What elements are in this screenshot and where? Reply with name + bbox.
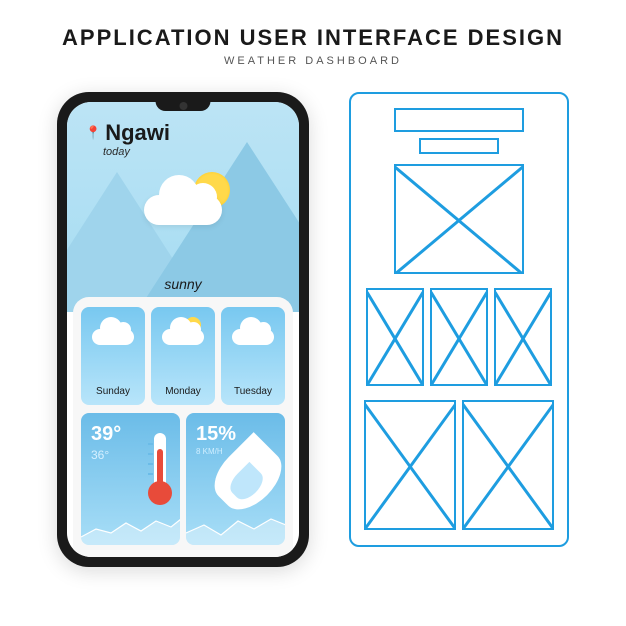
wireframe-subtitle-box bbox=[419, 138, 499, 154]
date-label: today bbox=[103, 146, 130, 158]
wireframe-day-box bbox=[494, 288, 552, 386]
temperature-card[interactable]: 39° 36° bbox=[81, 413, 180, 545]
humidity-card[interactable]: 15% 8 KM/H bbox=[186, 413, 285, 545]
trend-chart-icon bbox=[186, 511, 285, 545]
details-panel: Sunday Monday Tuesday 39° 36 bbox=[73, 297, 293, 557]
mountain-graphic bbox=[137, 142, 299, 312]
forecast-day-label: Monday bbox=[151, 386, 215, 397]
wireframe-day-box bbox=[430, 288, 488, 386]
condition-label: sunny bbox=[164, 276, 201, 292]
forecast-day[interactable]: Sunday bbox=[81, 307, 145, 405]
forecast-row: Sunday Monday Tuesday bbox=[81, 307, 285, 405]
wireframe-title-box bbox=[394, 108, 524, 132]
weather-icon bbox=[144, 180, 222, 225]
wireframe-day-box bbox=[366, 288, 424, 386]
page-subtitle: WEATHER DASHBOARD bbox=[0, 55, 626, 67]
forecast-day-label: Sunday bbox=[81, 386, 145, 397]
page-title: APPLICATION USER INTERFACE DESIGN bbox=[0, 25, 626, 51]
wireframe-hero-box bbox=[394, 164, 524, 274]
thermometer-icon bbox=[154, 433, 166, 501]
app-screen: 📍 Ngawi today sunny Sunday bbox=[67, 102, 299, 557]
forecast-day[interactable]: Tuesday bbox=[221, 307, 285, 405]
wireframe-stat-box bbox=[364, 400, 456, 530]
forecast-day-label: Tuesday bbox=[221, 386, 285, 397]
wireframe-forecast-row bbox=[361, 288, 557, 386]
forecast-day[interactable]: Monday bbox=[151, 307, 215, 405]
trend-chart-icon bbox=[81, 511, 180, 545]
hero-section: 📍 Ngawi today sunny bbox=[67, 102, 299, 312]
wireframe-stat-box bbox=[462, 400, 554, 530]
page-header: APPLICATION USER INTERFACE DESIGN WEATHE… bbox=[0, 0, 626, 82]
phone-notch bbox=[156, 99, 211, 111]
cloud-icon bbox=[162, 329, 204, 345]
cloud-icon bbox=[92, 329, 134, 345]
cloud-icon bbox=[232, 329, 274, 345]
city-name: Ngawi bbox=[105, 120, 170, 146]
wireframe-panel bbox=[349, 92, 569, 547]
location-row[interactable]: 📍 Ngawi bbox=[85, 120, 170, 146]
location-pin-icon: 📍 bbox=[85, 125, 101, 141]
cloud-icon bbox=[144, 195, 222, 225]
stats-row: 39° 36° bbox=[81, 413, 285, 545]
phone-frame: 📍 Ngawi today sunny Sunday bbox=[57, 92, 309, 567]
wireframe-stats-row bbox=[361, 400, 557, 530]
